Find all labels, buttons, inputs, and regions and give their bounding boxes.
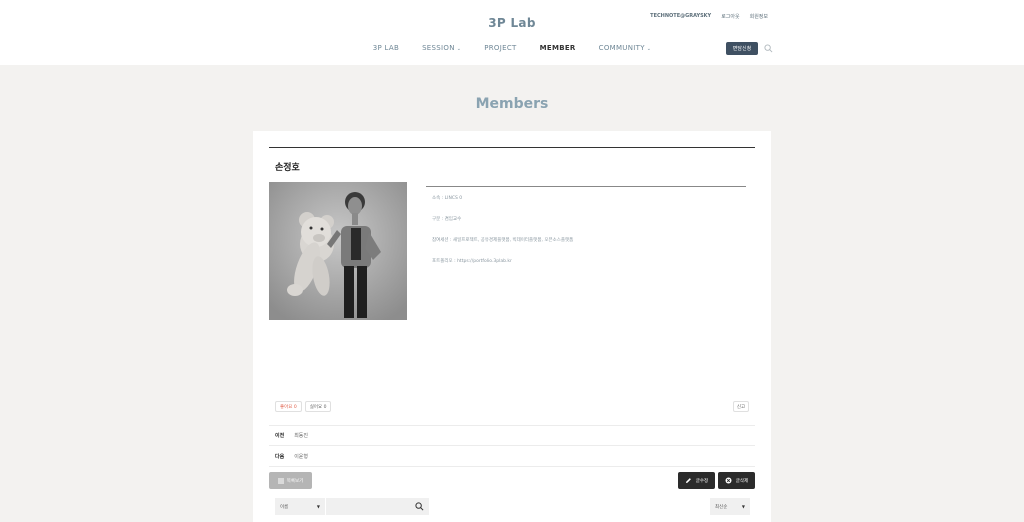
nav-item-label: PROJECT: [484, 44, 517, 52]
search-icon[interactable]: [764, 44, 773, 53]
divider: [269, 147, 755, 148]
sort-value: 최신순: [715, 504, 728, 510]
list-button[interactable]: 목록보기: [269, 472, 312, 489]
sort-select[interactable]: 최신순 ▼: [710, 498, 750, 515]
member-sessions: 참여세션 : 새일프로젝트, 공유경제플랫폼, 빅데이터플랫폼, 오픈소스플랫폼: [432, 238, 574, 243]
site-header: 3P Lab TECHNOTE@GRAYSKY 로그아웃 회원정보 3P LAB…: [0, 0, 1024, 65]
search-input[interactable]: [325, 498, 429, 515]
divider: [269, 466, 755, 467]
member-photo-image: [269, 182, 407, 320]
search-icon[interactable]: [415, 502, 424, 511]
dislike-button[interactable]: 싫어요 0: [304, 401, 332, 412]
apply-button[interactable]: 면담신청: [726, 42, 758, 55]
member-category: 구분 : 겸임교수: [432, 217, 462, 222]
reaction-buttons: 좋아요 0 싫어요 0: [275, 401, 332, 412]
member-affiliation: 소속 : LINCS 0: [432, 196, 463, 201]
delete-button-label: 글삭제: [735, 478, 749, 484]
user-link[interactable]: TECHNOTE@GRAYSKY: [650, 13, 711, 20]
chevron-down-icon: ⌄: [456, 46, 462, 52]
next-post-link[interactable]: 이윤형: [294, 453, 308, 460]
edit-button-label: 글수정: [695, 478, 709, 484]
prev-post-link[interactable]: 최동진: [294, 432, 308, 439]
next-post-row[interactable]: 다음 이윤형: [275, 453, 308, 460]
nav-item-3p-lab[interactable]: 3P LAB: [373, 44, 399, 52]
member-name: 손정호: [275, 163, 300, 173]
member-card: 손정호 소속: LINCS 0 구분: 겸임교수 참여세션: 새일프로젝트…: [253, 131, 771, 522]
delete-icon: [725, 477, 732, 484]
report-button[interactable]: 신고: [733, 401, 749, 412]
divider: [269, 445, 755, 446]
list-button-label: 목록보기: [286, 478, 304, 484]
search-field-value: 이름: [280, 504, 289, 510]
search-field-select[interactable]: 이름 ▼: [275, 498, 325, 515]
list-icon: [277, 478, 284, 483]
nav-item-community[interactable]: COMMUNITY ⌄: [599, 44, 652, 52]
nav-item-project[interactable]: PROJECT: [484, 44, 516, 52]
nav-item-label: MEMBER: [539, 44, 576, 52]
like-button[interactable]: 좋아요 0: [275, 401, 302, 412]
member-info-link[interactable]: 회원정보: [750, 13, 768, 20]
edit-button[interactable]: 글수정: [678, 472, 715, 489]
next-label: 다음: [275, 454, 285, 460]
dropdown-arrow-icon: ▼: [741, 504, 745, 509]
info-divider: [426, 186, 746, 187]
nav-item-label: SESSION: [422, 44, 455, 52]
member-photo: [269, 182, 407, 320]
pencil-icon: [685, 478, 691, 483]
prev-post-row[interactable]: 이전 최동진: [275, 432, 308, 439]
logout-link[interactable]: 로그아웃: [721, 13, 739, 20]
delete-button[interactable]: 글삭제: [718, 472, 755, 489]
dropdown-arrow-icon: ▼: [316, 504, 320, 509]
nav-item-label: COMMUNITY: [598, 44, 645, 52]
chevron-down-icon: ⌄: [646, 46, 652, 52]
nav-item-member[interactable]: MEMBER: [540, 44, 576, 52]
nav-item-session[interactable]: SESSION ⌄: [422, 44, 461, 52]
site-title[interactable]: 3P Lab: [0, 16, 1024, 30]
divider: [269, 425, 755, 426]
page-title: Members: [475, 96, 549, 112]
top-links: TECHNOTE@GRAYSKY 로그아웃 회원정보: [650, 13, 768, 20]
main-nav: 3P LAB SESSION ⌄ PROJECT MEMBER COMMUNITY ⌄: [0, 44, 1024, 52]
nav-item-label: 3P LAB: [372, 44, 400, 52]
member-portfolio[interactable]: 포트폴리오 : https://portfolio.3plab.kr: [432, 258, 512, 264]
prev-label: 이전: [275, 433, 285, 439]
